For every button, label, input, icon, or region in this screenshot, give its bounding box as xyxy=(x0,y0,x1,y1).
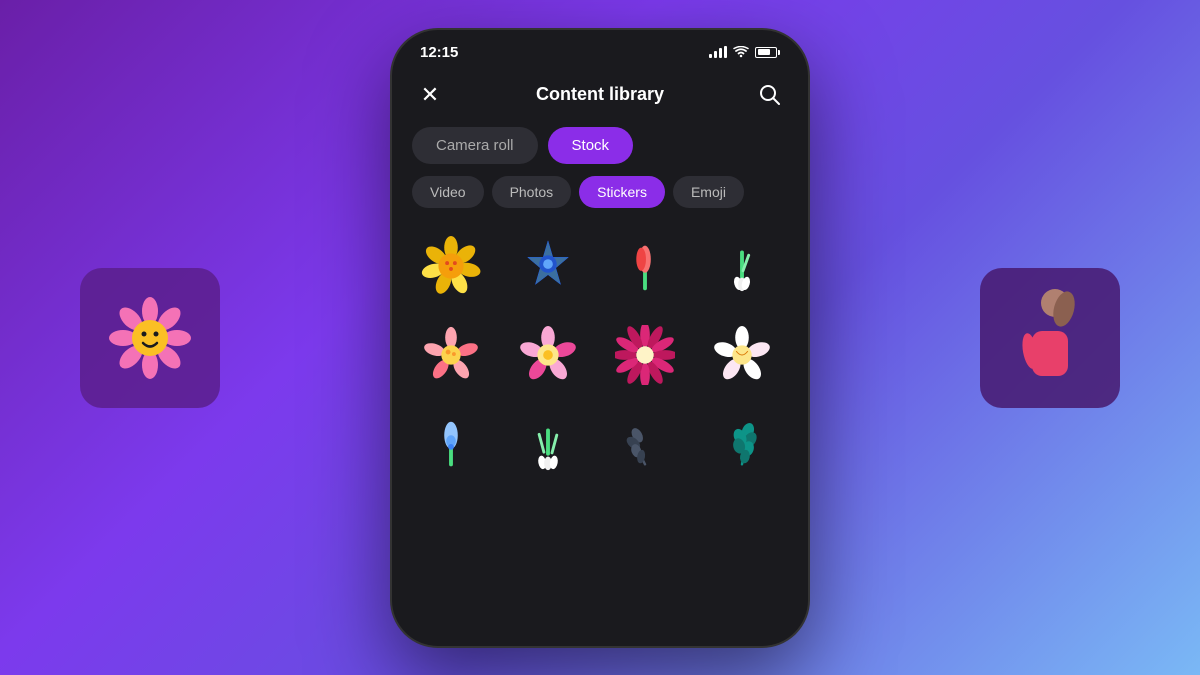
signal-icon xyxy=(709,46,727,58)
content-type-tabs: Video Photos Stickers Emoji xyxy=(392,176,808,224)
tab-photos[interactable]: Photos xyxy=(492,176,572,208)
sticker-olive-branch[interactable] xyxy=(602,402,687,487)
sticker-grid xyxy=(392,224,808,487)
battery-icon xyxy=(755,47,780,58)
sticker-teal-herb[interactable] xyxy=(699,402,784,487)
source-tabs: Camera roll Stock xyxy=(392,127,808,176)
tab-camera-roll[interactable]: Camera roll xyxy=(412,127,538,164)
time-display: 12:15 xyxy=(420,44,458,61)
sticker-pink-five-petal[interactable] xyxy=(505,313,590,398)
sticker-white-blossom[interactable] xyxy=(699,313,784,398)
tab-emoji[interactable]: Emoji xyxy=(673,176,744,208)
sticker-pink-light-flower[interactable] xyxy=(408,313,493,398)
header: ✕ Content library xyxy=(392,69,808,127)
close-button[interactable]: ✕ xyxy=(412,77,448,113)
search-button[interactable] xyxy=(752,77,788,113)
right-floating-card xyxy=(980,268,1120,408)
sticker-yellow-flower[interactable] xyxy=(408,224,493,309)
status-bar: 12:15 xyxy=(392,30,808,69)
left-floating-card xyxy=(80,268,220,408)
sticker-blue-star-flower[interactable] xyxy=(505,224,590,309)
smiley-flower-icon xyxy=(105,293,195,383)
sticker-snowdrop-trio[interactable] xyxy=(505,402,590,487)
phone-mockup: 12:15 xyxy=(390,28,810,648)
wifi-icon xyxy=(733,46,749,58)
tab-stock[interactable]: Stock xyxy=(548,127,634,164)
sticker-tulip-bud[interactable] xyxy=(602,224,687,309)
status-icons xyxy=(709,46,780,58)
search-icon xyxy=(759,84,781,106)
woman-silhouette-icon xyxy=(1010,283,1090,393)
tab-video[interactable]: Video xyxy=(412,176,484,208)
page-title: Content library xyxy=(536,84,664,105)
sticker-blue-bell[interactable] xyxy=(408,402,493,487)
sticker-magenta-daisy[interactable] xyxy=(602,313,687,398)
tab-stickers[interactable]: Stickers xyxy=(579,176,665,208)
sticker-snowdrop[interactable] xyxy=(699,224,784,309)
